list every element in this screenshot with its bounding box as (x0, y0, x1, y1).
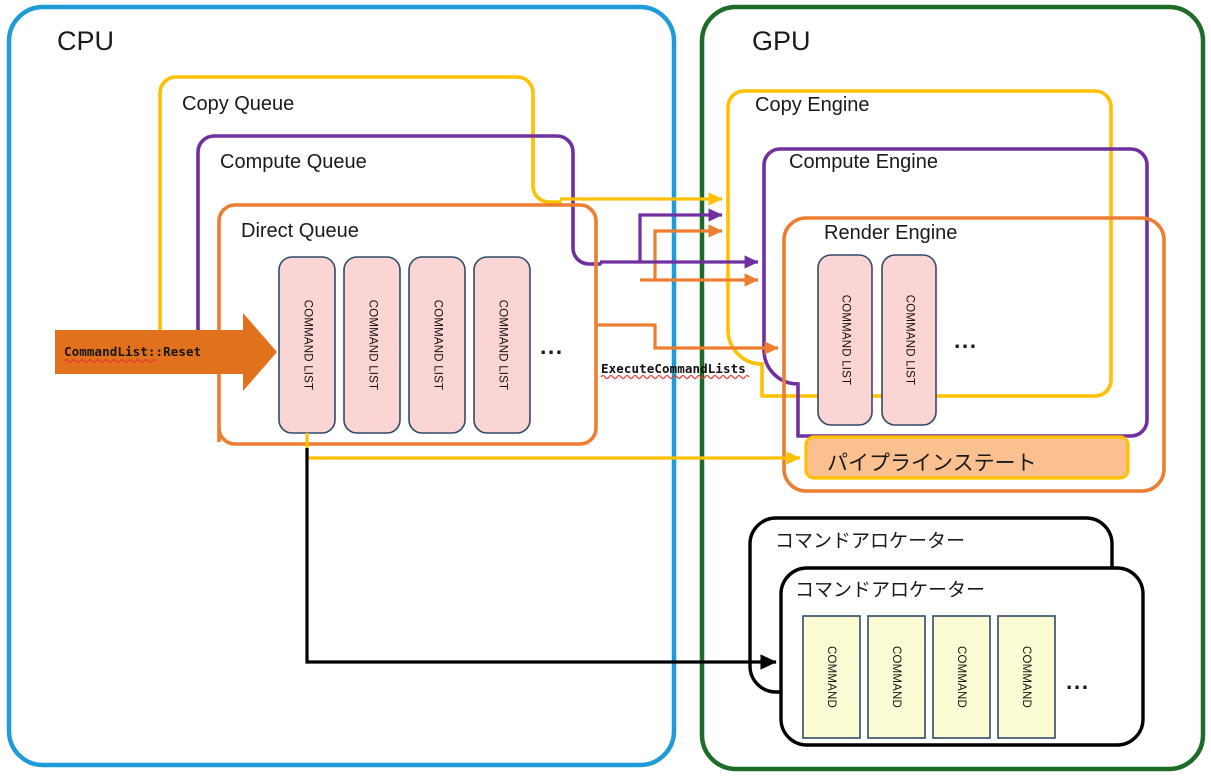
cpu-command-list[interactable]: COMMAND LIST (344, 257, 400, 433)
cpu-command-list-label: COMMAND LIST (431, 299, 444, 391)
gpu-command-label: COMMAND (825, 645, 838, 709)
commandlist-reset-label: CommandList::Reset (64, 344, 202, 359)
gpu-command-label: COMMAND (1020, 645, 1033, 709)
arrow-compute-short (638, 208, 723, 262)
execute-command-lists-label: ExecuteCommandLists (601, 361, 746, 376)
cpu-command-list-label: COMMAND LIST (496, 299, 509, 391)
cpu-command-list[interactable]: COMMAND LIST (279, 257, 335, 433)
gpu-command[interactable]: COMMAND (803, 616, 860, 738)
render-engine-title: Render Engine (824, 222, 958, 244)
command-allocator-back-label: コマンドアロケーター (775, 530, 966, 552)
arrow-command-list-to-command-allocator (305, 448, 777, 670)
diagram-canvas: CPU GPU Copy Queue Compute Queue Direct … (0, 0, 1211, 779)
gpu-command[interactable]: COMMAND (868, 616, 925, 738)
cpu-container (6, 4, 677, 768)
compute-engine-title: Compute Engine (789, 151, 938, 173)
cpu-command-list[interactable]: COMMAND LIST (474, 257, 530, 433)
cpu-command-list[interactable]: COMMAND LIST (409, 257, 465, 433)
compute-engine-box-corner (762, 348, 800, 438)
gpu-command[interactable]: COMMAND (998, 616, 1055, 738)
cpu-command-list-label: COMMAND LIST (366, 299, 379, 391)
gpu-command-list-label: COMMAND LIST (839, 294, 852, 386)
gpu-command-label: COMMAND (890, 645, 903, 709)
gpu-command-list[interactable]: COMMAND LIST (882, 255, 936, 425)
compute-queue-title: Compute Queue (220, 151, 367, 173)
gpu-command-label: COMMAND (955, 645, 968, 709)
copy-queue-title: Copy Queue (182, 93, 295, 115)
direct-queue-title: Direct Queue (241, 220, 359, 242)
copy-engine-title: Copy Engine (755, 94, 870, 116)
gpu-command-list[interactable]: COMMAND LIST (818, 255, 872, 425)
cpu-title: CPU (57, 26, 115, 56)
gpu-command-ellipsis: ... (1066, 668, 1090, 694)
cpu-command-list-label: COMMAND LIST (301, 299, 314, 391)
gpu-command-list-ellipsis: ... (954, 327, 978, 353)
gpu-title: GPU (752, 26, 811, 56)
cpu-command-list-ellipsis: ... (540, 333, 564, 359)
gpu-command-list-label: COMMAND LIST (903, 294, 916, 386)
command-allocator-front-label: コマンドアロケーター (795, 579, 986, 601)
arrow-direct-queue-to-render-engine (596, 323, 779, 355)
arrow-direct-short (653, 224, 723, 280)
gpu-command[interactable]: COMMAND (933, 616, 990, 738)
pipeline-state-label: パイプラインステート (827, 451, 1037, 475)
